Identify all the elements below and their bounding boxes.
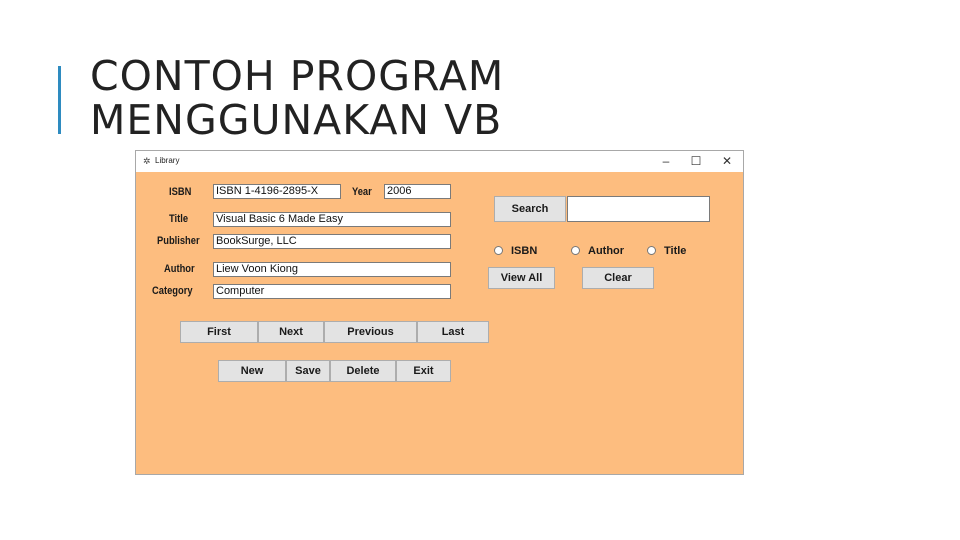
library-window: ✲ Library – ☐ ✕ ISBN ISBN 1-4196-2895-X …	[135, 150, 744, 475]
radio-author-label: Author	[588, 245, 625, 257]
author-label: Author	[164, 263, 195, 275]
category-field[interactable]: Computer	[213, 284, 451, 299]
close-button[interactable]: ✕	[714, 153, 740, 169]
publisher-label: Publisher	[157, 235, 200, 247]
title-label: Title	[169, 213, 189, 225]
radio-author[interactable]	[571, 246, 580, 255]
radio-title-label: Title	[664, 245, 687, 257]
search-input[interactable]	[567, 196, 710, 222]
radio-title[interactable]	[647, 246, 656, 255]
radio-isbn-label: ISBN	[511, 245, 538, 257]
publisher-field[interactable]: BookSurge, LLC	[213, 234, 451, 249]
minimize-button[interactable]: –	[653, 153, 679, 169]
search-button[interactable]: Search	[494, 196, 566, 222]
view-all-button[interactable]: View All	[488, 267, 555, 289]
slide-title-line-1: CONTOH PROGRAM	[90, 52, 505, 100]
maximize-button[interactable]: ☐	[683, 153, 709, 169]
year-label: Year	[352, 186, 372, 198]
app-icon: ✲	[143, 156, 151, 166]
title-accent-bar	[58, 66, 61, 134]
category-label: Category	[152, 285, 193, 297]
first-button[interactable]: First	[180, 321, 258, 343]
new-button[interactable]: New	[218, 360, 286, 382]
next-button[interactable]: Next	[258, 321, 324, 343]
author-field[interactable]: Liew Voon Kiong	[213, 262, 451, 277]
save-button[interactable]: Save	[286, 360, 330, 382]
isbn-field[interactable]: ISBN 1-4196-2895-X	[213, 184, 341, 199]
previous-button[interactable]: Previous	[324, 321, 417, 343]
isbn-label: ISBN	[169, 186, 192, 198]
slide-title-line-2: MENGGUNAKAN VB	[90, 96, 503, 144]
exit-button[interactable]: Exit	[396, 360, 451, 382]
delete-button[interactable]: Delete	[330, 360, 396, 382]
last-button[interactable]: Last	[417, 321, 489, 343]
window-titlebar: ✲ Library – ☐ ✕	[136, 151, 743, 172]
radio-isbn[interactable]	[494, 246, 503, 255]
window-title: Library	[155, 156, 180, 165]
slide-title: CONTOH PROGRAM MENGGUNAKAN VB	[90, 54, 504, 142]
year-field[interactable]: 2006	[384, 184, 451, 199]
title-field[interactable]: Visual Basic 6 Made Easy	[213, 212, 451, 227]
clear-button[interactable]: Clear	[582, 267, 654, 289]
